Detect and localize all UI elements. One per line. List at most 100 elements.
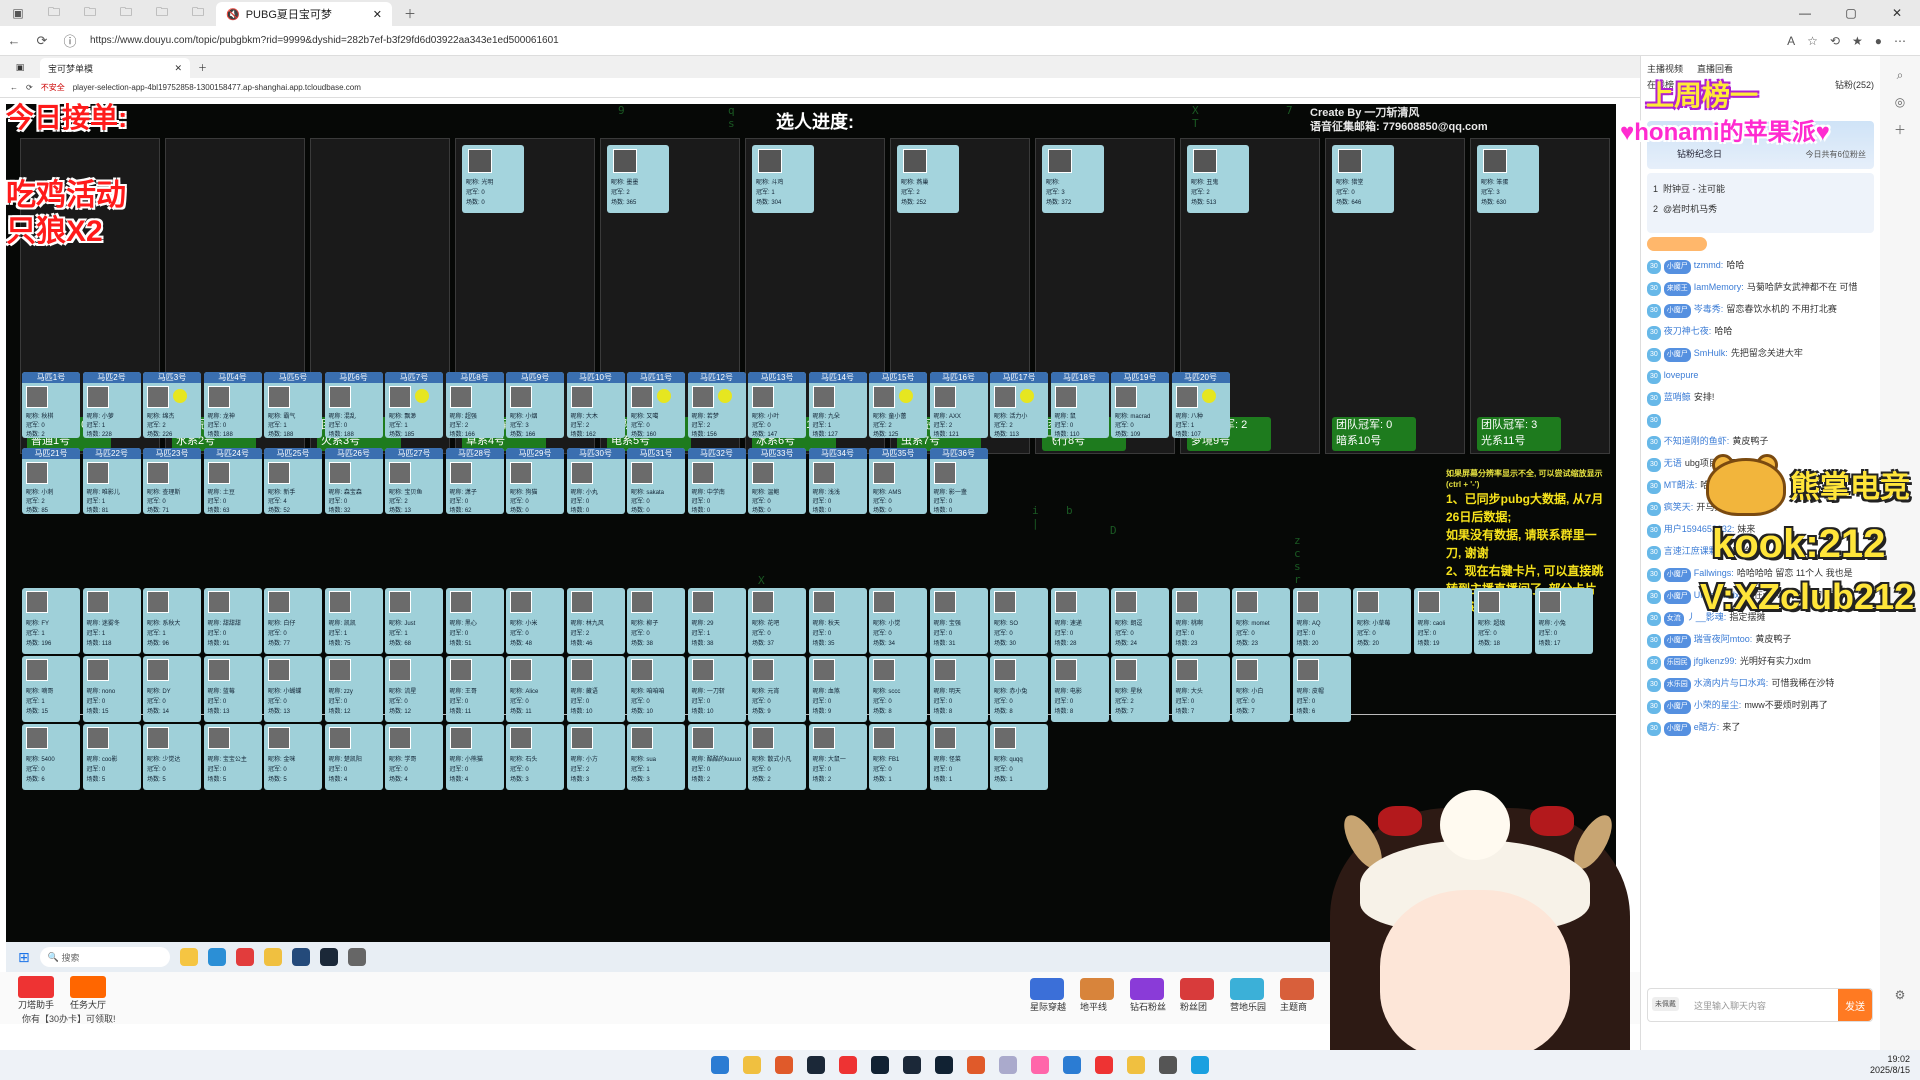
unpicked-player-card[interactable]: 昵称: 秋天 冠军: 0 场数: 35: [808, 588, 867, 654]
search-icon[interactable]: ⌕: [1880, 68, 1920, 83]
sound-icon[interactable]: [1201, 389, 1216, 403]
app-icon[interactable]: [1159, 1056, 1177, 1074]
app-icon[interactable]: [1095, 1056, 1113, 1074]
steam-icon[interactable]: [807, 1056, 825, 1074]
chat-message[interactable]: 30 小魔尸 tzmmd: 哈哈: [1641, 255, 1880, 277]
app-icon[interactable]: [263, 948, 282, 966]
pool-player-card[interactable]: 马匹15号 昵称: 童小蕾 冠军: 2 场数: 125: [869, 372, 927, 438]
chat-message[interactable]: 30 小魔尸 SmHulk: 先把留念关进大牢: [1641, 343, 1880, 365]
chat-username[interactable]: MT朗法:: [1664, 480, 1698, 490]
unpicked-player-card[interactable]: 昵称: 小蝴蝶 冠军: 0 场数: 13: [264, 656, 322, 722]
event-fans[interactable]: 粉丝团: [1180, 978, 1214, 1013]
picked-player-card[interactable]: 昵称: 燕巢 冠军: 2 场数: 252: [897, 145, 959, 213]
task-hall-button[interactable]: 任务大厅: [70, 976, 106, 1011]
maximize-button[interactable]: ▢: [1828, 0, 1874, 26]
unpicked-player-card[interactable]: 昵称: 大鼠一 冠军: 0 场数: 2: [808, 724, 867, 790]
tab-active[interactable]: 🔇 PUBG夏日宝可梦 ✕: [216, 2, 392, 26]
pool-player-card[interactable]: 马匹21号 昵称: 小刺 冠军: 2 场数: 85: [22, 448, 80, 514]
unpicked-player-card[interactable]: 昵称: 桃啊 冠军: 0 场数: 23: [1171, 588, 1230, 654]
unpicked-player-card[interactable]: 昵称: 朗逗 冠军: 0 场数: 24: [1111, 588, 1169, 654]
app-icon[interactable]: [903, 1056, 921, 1074]
add-icon[interactable]: ＋: [1880, 121, 1920, 138]
pool-player-card[interactable]: 马匹28号 昵称: 潇子 冠军: 0 场数: 62: [445, 448, 504, 514]
profile-icon[interactable]: ●: [1875, 34, 1882, 48]
sound-icon[interactable]: [173, 389, 187, 403]
unpicked-player-card[interactable]: 昵称: 少觉达 冠军: 0 场数: 5: [143, 724, 201, 790]
pool-player-card[interactable]: 马匹23号 昵称: 查理斯 冠军: 0 场数: 71: [143, 448, 201, 514]
pool-player-card[interactable]: 马匹8号 昵称: 超强 冠军: 2 场数: 166: [445, 372, 504, 438]
pool-player-card[interactable]: 马匹19号 昵称: macrad 冠军: 0 场数: 109: [1111, 372, 1169, 438]
chat-username[interactable]: 不知道刚的鱼虾:: [1664, 436, 1730, 446]
team-panel[interactable]: 昵称: 猎堂 冠军: 0 场数: 646 团队冠军: 0 暗系10号: [1325, 138, 1465, 454]
chat-username[interactable]: tzmmd:: [1694, 260, 1724, 270]
pool-player-card[interactable]: 马匹20号 昵称: 八种 冠军: 1 场数: 107: [1171, 372, 1230, 438]
chat-username[interactable]: e醋方:: [1694, 722, 1720, 732]
unpicked-player-card[interactable]: 昵称: 酷酷的kuuuo 冠军: 0 场数: 2: [687, 724, 746, 790]
pool-player-card[interactable]: 马匹4号 昵称: 龙神 冠军: 0 场数: 188: [203, 372, 262, 438]
tab-diamond-fans[interactable]: 钻粉(252): [1835, 78, 1874, 91]
inner-tab[interactable]: 宝可梦单模 ✕: [40, 58, 190, 78]
unpicked-player-card[interactable]: 昵称: 迷雾冬 冠军: 1 场数: 118: [82, 588, 141, 654]
picked-player-card[interactable]: 昵称: 墨墨 冠军: 2 场数: 365: [607, 145, 669, 213]
unpicked-player-card[interactable]: 昵称: 宝强 冠军: 0 场数: 31: [929, 588, 988, 654]
unpicked-player-card[interactable]: 昵称: nono 冠军: 0 场数: 15: [82, 656, 141, 722]
unpicked-player-card[interactable]: 昵称: 凯凯 冠军: 1 场数: 75: [324, 588, 383, 654]
unpicked-player-card[interactable]: 昵称: 王哥 冠军: 0 场数: 11: [445, 656, 504, 722]
unpicked-player-card[interactable]: 昵称: 楚凯阳 冠军: 0 场数: 4: [324, 724, 383, 790]
pool-player-card[interactable]: 马匹35号 昵称: AMS 冠军: 0 场数: 0: [869, 448, 927, 514]
chat-username[interactable]: 蓝哨鲸: [1664, 392, 1691, 402]
chat-message[interactable]: 30: [1641, 409, 1880, 431]
pool-player-card[interactable]: 马匹34号 昵称: 浅浅 冠军: 0 场数: 0: [808, 448, 867, 514]
unpicked-player-card[interactable]: 昵称: zzy 冠军: 0 场数: 12: [324, 656, 383, 722]
pool-player-card[interactable]: 马匹29号 昵称: 狗猫 冠军: 0 场数: 0: [506, 448, 564, 514]
inner-reload-icon[interactable]: ⟳: [26, 83, 33, 92]
unpicked-player-card[interactable]: 昵称: FY 冠军: 1 场数: 196: [22, 588, 80, 654]
pool-player-card[interactable]: 马匹5号 昵称: 霸气 冠军: 1 场数: 188: [264, 372, 322, 438]
pool-player-card[interactable]: 马匹1号 昵称: 秋棋 冠军: 0 场数: 2: [22, 372, 80, 438]
pool-player-card[interactable]: 马匹33号 昵称: 温鲍 冠军: 0 场数: 0: [748, 448, 806, 514]
picked-player-card[interactable]: 昵称: 丑鬼 冠军: 2 场数: 513: [1187, 145, 1249, 213]
unpicked-player-card[interactable]: 昵称: 咱咱咱 冠军: 0 场数: 10: [627, 656, 685, 722]
inner-url[interactable]: player-selection-app-4bl19752858-1300158…: [73, 83, 361, 92]
chat-username[interactable]: 小荣的星尘:: [1694, 700, 1742, 710]
app-icon[interactable]: [967, 1056, 985, 1074]
unpicked-player-card[interactable]: 昵称: 嘀哥 冠军: 1 场数: 15: [22, 656, 80, 722]
pool-player-card[interactable]: 马匹36号 昵称: 影一盏 冠军: 0 场数: 0: [929, 448, 988, 514]
unpicked-player-card[interactable]: 昵称: 速递 冠军: 0 场数: 28: [1050, 588, 1109, 654]
start-icon[interactable]: [711, 1056, 729, 1074]
event-horizon[interactable]: 地平线: [1080, 978, 1114, 1013]
inner-tab-icon[interactable]: ▣: [0, 62, 40, 73]
edge-icon[interactable]: [1191, 1056, 1209, 1074]
pool-player-card[interactable]: 马匹11号 昵称: 又噶 冠军: 0 场数: 160: [627, 372, 685, 438]
sound-icon[interactable]: [1020, 389, 1034, 403]
assistant-button[interactable]: 刀塔助手: [18, 976, 54, 1011]
pool-player-card[interactable]: 马匹13号 昵称: 小叶 冠军: 0 场数: 147: [748, 372, 806, 438]
edge-icon[interactable]: [207, 948, 226, 966]
app-icon[interactable]: [1127, 1056, 1145, 1074]
event-shop[interactable]: 主题商: [1280, 978, 1314, 1013]
unpicked-player-card[interactable]: 昵称: 黑心 冠军: 0 场数: 51: [445, 588, 504, 654]
unpicked-player-card[interactable]: 昵称: 金咪 冠军: 0 场数: 5: [264, 724, 322, 790]
muted-icon[interactable]: 🔇: [226, 8, 240, 21]
unpicked-player-card[interactable]: 昵称: sua 冠军: 1 场数: 3: [627, 724, 685, 790]
picked-player-card[interactable]: 昵称: 猎堂 冠军: 0 场数: 646: [1332, 145, 1394, 213]
reload-icon[interactable]: ⟳: [28, 33, 56, 49]
pool-player-card[interactable]: 马匹12号 昵称: 若梦 冠军: 2 场数: 156: [687, 372, 746, 438]
unpicked-player-card[interactable]: 昵称: 赤小兔 冠军: 0 场数: 8: [990, 656, 1048, 722]
app-icon[interactable]: [839, 1056, 857, 1074]
chat-username[interactable]: 水滴内片与口水鸡:: [1694, 678, 1769, 688]
back-icon[interactable]: ←: [0, 33, 28, 48]
unpicked-player-card[interactable]: 昵称: 甜甜甜 冠军: 0 场数: 91: [203, 588, 262, 654]
tab-3[interactable]: 🗀: [108, 0, 144, 26]
unpicked-player-card[interactable]: 昵称: 超级 冠军: 0 场数: 18: [1474, 588, 1532, 654]
unpicked-player-card[interactable]: 昵称: SO 冠军: 0 场数: 30: [990, 588, 1048, 654]
read-aloud-icon[interactable]: A: [1787, 34, 1795, 48]
tab-2[interactable]: 🗀: [72, 0, 108, 26]
chat-message[interactable]: 30 乐园民 jfglkenz99: 光明好有实力xdm: [1641, 651, 1880, 673]
app-icon[interactable]: [999, 1056, 1017, 1074]
unpicked-player-card[interactable]: 昵称: AQ 冠军: 0 场数: 20: [1292, 588, 1351, 654]
unpicked-player-card[interactable]: 昵称: 小熊猫 冠军: 0 场数: 4: [445, 724, 504, 790]
unpicked-player-card[interactable]: 昵称: 石头 冠军: 0 场数: 3: [506, 724, 564, 790]
app-icon[interactable]: [743, 1056, 761, 1074]
settings-icon[interactable]: ⚙: [1880, 988, 1920, 1002]
